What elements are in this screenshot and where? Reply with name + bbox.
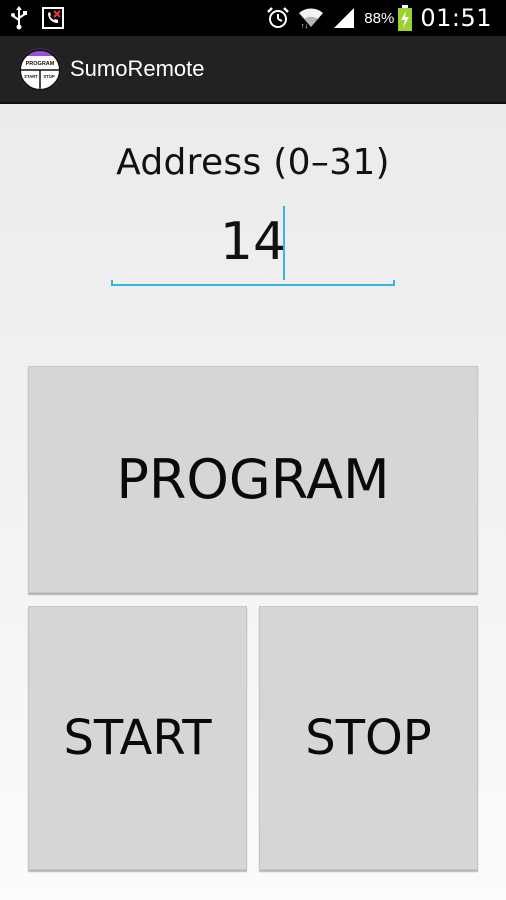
app-icon-label-program: PROGRAM	[26, 61, 55, 67]
missed-call-icon	[42, 7, 64, 29]
program-button[interactable]: PROGRAM	[28, 366, 478, 593]
stop-button[interactable]: STOP	[259, 606, 478, 870]
wifi-icon: ↑↓	[298, 7, 324, 29]
address-label: Address (0–31)	[116, 142, 390, 183]
status-right-icons: ↑↓ 88% 01:51	[266, 0, 492, 36]
action-bar: PROGRAM START STOP SumoRemote	[0, 36, 506, 104]
address-value[interactable]: 14	[111, 212, 395, 272]
clock: 01:51	[420, 4, 492, 32]
signal-icon	[332, 7, 356, 29]
address-input[interactable]: 14	[111, 200, 395, 286]
status-left-icons	[10, 4, 64, 32]
status-bar: ↑↓ 88% 01:51	[0, 0, 506, 36]
start-button[interactable]: START	[28, 606, 247, 870]
app-icon-label-start: START	[24, 74, 38, 79]
usb-icon	[10, 6, 28, 30]
input-underline	[111, 280, 395, 286]
text-cursor	[283, 206, 285, 280]
svg-text:↑↓: ↑↓	[301, 23, 308, 29]
app-icon[interactable]: PROGRAM START STOP	[18, 48, 62, 92]
app-title: SumoRemote	[70, 56, 205, 81]
alarm-icon	[266, 6, 290, 30]
battery-percent: 88%	[364, 9, 395, 27]
battery-charging-icon	[398, 5, 413, 31]
app-icon-label-stop: STOP	[43, 74, 55, 79]
